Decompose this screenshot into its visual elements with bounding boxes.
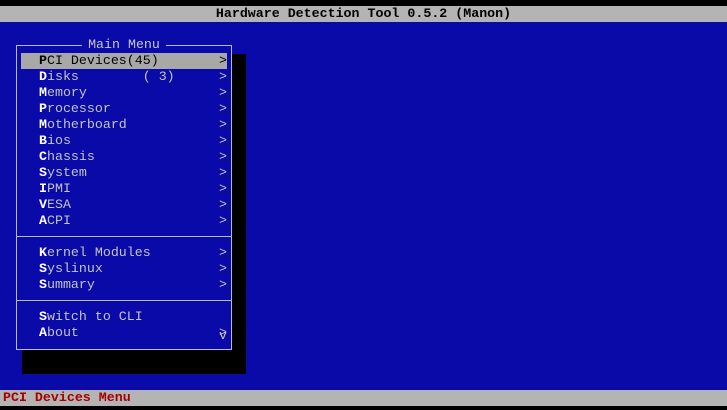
submenu-arrow-icon: > [219,261,227,276]
menu-item-label: Memory [39,85,87,101]
label-rest: ummary [46,277,95,292]
hotkey: S [39,277,47,292]
hotkey: M [39,85,47,100]
submenu-arrow-icon: > [219,101,227,116]
menu-item-bios[interactable]: Bios > [21,133,227,149]
menu-title: Main Menu [17,37,231,53]
menu-item-system[interactable]: System > [21,165,227,181]
menu-item-switch-to-cli[interactable]: Switch to CLI [21,309,227,325]
label-rest: CI Devices(45) [46,53,159,68]
hotkey: D [39,69,47,84]
label-rest: ernel Modules [46,245,151,260]
label-rest: hassis [46,149,95,164]
menu-item-label: Chassis [39,149,95,165]
label-rest: CPI [46,213,71,228]
hotkey: P [39,53,47,68]
menu-item-label: Bios [39,133,71,149]
scroll-down-indicator[interactable]: v [219,328,227,344]
hotkey: M [39,117,47,132]
main-menu: Main Menu PCI Devices(45) > Disks ( 3) > Mem… [16,37,232,350]
label-rest: isks ( 3) [46,69,175,84]
label-rest: emory [46,85,87,100]
submenu-arrow-icon: > [219,277,227,292]
menu-item-label: Syslinux [39,261,103,277]
submenu-arrow-icon: > [219,245,227,260]
hotkey: S [39,261,47,276]
title-bar: Hardware Detection Tool 0.5.2 (Manon) [0,6,727,22]
menu-item-pci-devices-45[interactable]: PCI Devices(45) > [21,53,227,69]
menu-item-label: About [39,325,79,341]
submenu-arrow-icon: > [219,165,227,180]
menu-item-label: IPMI [39,181,71,197]
submenu-arrow-icon: > [219,69,227,84]
label-rest: ios [46,133,71,148]
menu-item-motherboard[interactable]: Motherboard > [21,117,227,133]
hotkey: S [39,309,47,324]
submenu-arrow-icon: > [219,149,227,164]
submenu-arrow-icon: > [219,133,227,148]
hotkey: V [39,197,47,212]
menu-item-chassis[interactable]: Chassis > [21,149,227,165]
menu-item-acpi[interactable]: ACPI > [21,213,227,229]
menu-item-label: Motherboard [39,117,127,133]
label-rest: otherboard [46,117,127,132]
submenu-arrow-icon: > [219,197,227,212]
menu-item-label: Summary [39,277,95,293]
status-bar: PCI Devices Menu [0,390,727,406]
menu-item-label: Kernel Modules [39,245,151,261]
menu-item-about[interactable]: About > [21,325,227,341]
label-rest: bout [46,325,79,340]
menu-title-text: Main Menu [82,37,166,52]
submenu-arrow-icon: > [219,85,227,100]
label-rest: ystem [46,165,87,180]
submenu-arrow-icon: > [219,117,227,132]
hotkey: S [39,165,47,180]
hotkey: B [39,133,47,148]
hotkey: A [39,325,47,340]
menu-item-kernel-modules[interactable]: Kernel Modules > [21,245,227,261]
menu-item-vesa[interactable]: VESA > [21,197,227,213]
label-rest: ESA [46,197,71,212]
menu-item-label: System [39,165,87,181]
label-rest: witch to CLI [46,309,143,324]
menu-item-label: Processor [39,101,111,117]
label-rest: rocessor [46,101,111,116]
hotkey: K [39,245,47,260]
submenu-arrow-icon: > [219,53,227,68]
menu-separator [17,300,231,301]
menu-item-memory[interactable]: Memory > [21,85,227,101]
menu-item-summary[interactable]: Summary > [21,277,227,293]
hotkey: I [39,181,47,196]
menu-item-disks-3[interactable]: Disks ( 3) > [21,69,227,85]
hotkey: C [39,149,47,164]
menu-item-processor[interactable]: Processor > [21,101,227,117]
submenu-arrow-icon: > [219,181,227,196]
hotkey: A [39,213,47,228]
menu-item-label: Switch to CLI [39,309,143,325]
menu-item-label: Disks ( 3) [39,69,175,85]
menu-item-syslinux[interactable]: Syslinux > [21,261,227,277]
menu-separator [17,236,231,237]
label-rest: yslinux [46,261,103,276]
submenu-arrow-icon: > [219,213,227,228]
menu-item-label: PCI Devices(45) [39,53,159,69]
hotkey: P [39,101,47,116]
menu-item-label: ACPI [39,213,71,229]
label-rest: PMI [46,181,71,196]
menu-item-label: VESA [39,197,71,213]
menu-item-ipmi[interactable]: IPMI > [21,181,227,197]
